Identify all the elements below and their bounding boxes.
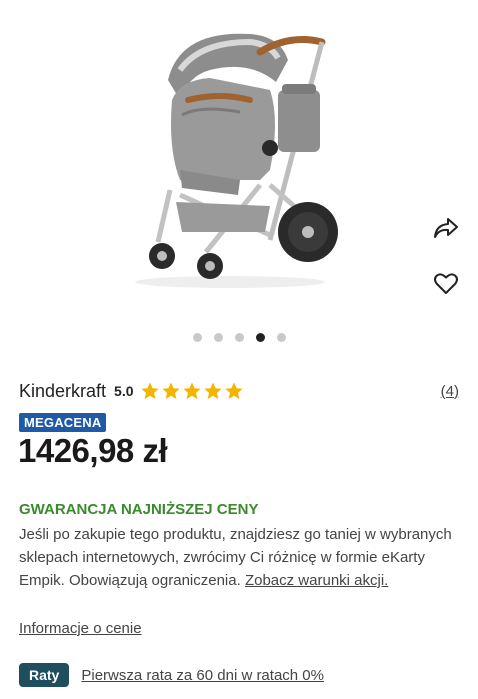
brand-rating-row: Kinderkraft 5.0 (4) [19,378,459,404]
product-gallery[interactable] [0,0,478,330]
heart-icon [434,273,458,294]
star-icon [140,382,159,399]
star-icon [182,382,201,399]
guarantee-text: Jeśli po zakupie tego produktu, znajdzie… [19,523,464,592]
reviews-count-link[interactable]: (4) [441,383,459,400]
rating-stars [140,381,244,401]
megacena-badge: MEGACENA [19,413,107,432]
gallery-dot[interactable] [276,333,286,342]
wishlist-button[interactable] [430,268,462,300]
raty-badge: Raty [19,663,70,687]
product-price: 1426,98 zł [18,432,168,469]
star-icon [161,382,180,399]
installments-link[interactable]: Pierwsza rata za 60 dni w ratach 0% [81,667,324,684]
installments-row[interactable]: Raty Pierwsza rata za 60 dni w ratach 0% [19,663,324,687]
gallery-pagination [0,333,478,342]
rating-value: 5.0 [114,383,134,399]
share-icon [434,218,458,238]
gallery-dot[interactable] [192,333,202,342]
guarantee-title: GWARANCJA NAJNIŻSZEJ CENY [19,501,259,518]
gallery-dot[interactable] [213,333,223,342]
star-icon [224,382,243,399]
gallery-dot-active[interactable] [255,333,265,342]
gallery-dot[interactable] [234,333,244,342]
brand-name[interactable]: Kinderkraft [19,381,106,402]
price-info-link[interactable]: Informacje o cenie [19,620,142,637]
star-icon [203,382,222,399]
product-image[interactable] [110,20,350,295]
guarantee-terms-link[interactable]: Zobacz warunki akcji. [245,572,388,589]
share-button[interactable] [430,212,462,244]
